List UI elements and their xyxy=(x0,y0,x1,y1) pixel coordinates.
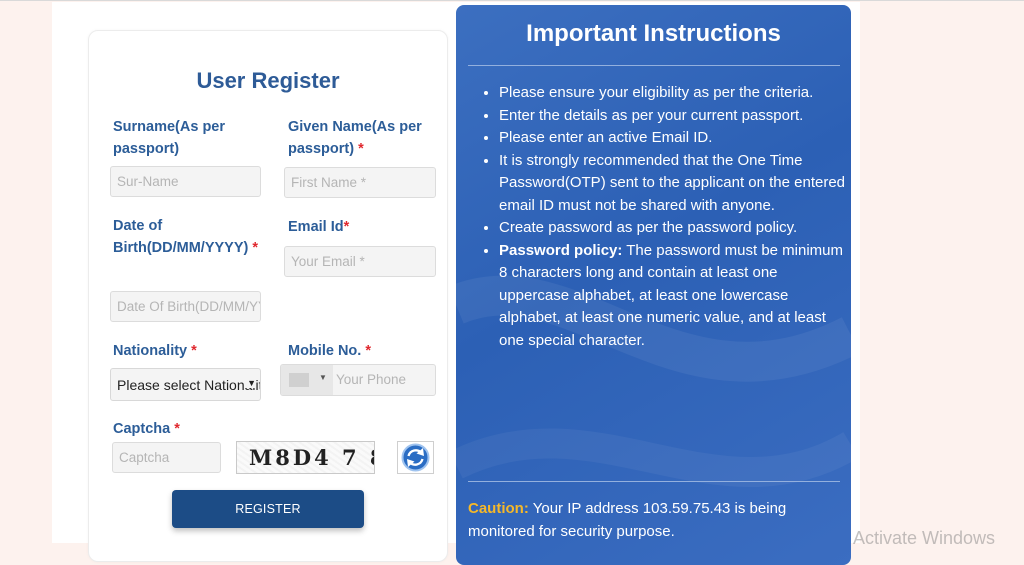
dob-label: Date of Birth(DD/MM/YYYY) * xyxy=(113,218,259,256)
caution-divider xyxy=(468,481,840,482)
captcha-label: Captcha * xyxy=(113,421,180,437)
nationality-select[interactable]: Please select Nationality ▼ xyxy=(110,368,261,401)
caution-note: Caution: Your IP address 103.59.75.43 is… xyxy=(468,498,840,543)
mobile-field: ▼ Your Phone xyxy=(280,364,436,396)
mobile-input[interactable]: Your Phone xyxy=(336,372,406,387)
captcha-refresh-button[interactable] xyxy=(397,441,434,474)
top-divider xyxy=(0,0,1024,1)
activate-windows-watermark: Activate Windows xyxy=(853,528,996,548)
given-name-label: Given Name(As per passport) * xyxy=(288,119,422,157)
surname-label: Surname(As per passport) xyxy=(113,119,226,157)
instruction-item: It is strongly recommended that the One … xyxy=(499,150,851,218)
email-input[interactable]: Your Email * xyxy=(284,246,436,277)
email-label: Email Id* xyxy=(288,219,350,235)
country-code-dropdown[interactable]: ▼ xyxy=(281,365,333,395)
instructions-list: Please ensure your eligibility as per th… xyxy=(472,82,851,352)
instruction-item: Create password as per the password poli… xyxy=(499,217,851,240)
captcha-image: M8D4 7 8 xyxy=(236,441,375,474)
policy-label: Password policy: xyxy=(499,241,623,259)
given-name-input[interactable]: First Name * xyxy=(284,167,436,198)
title-divider xyxy=(468,65,840,66)
surname-input[interactable]: Sur-Name xyxy=(110,166,261,197)
register-button[interactable]: REGISTER xyxy=(172,490,364,528)
refresh-icon xyxy=(401,443,430,472)
password-policy-item: Password policy: The password must be mi… xyxy=(499,240,851,353)
flag-icon xyxy=(289,373,309,387)
instructions-title: Important Instructions xyxy=(526,20,781,47)
mobile-label: Mobile No. * xyxy=(288,343,371,359)
instruction-item: Please enter an active Email ID. xyxy=(499,127,851,150)
captcha-input[interactable]: Captcha xyxy=(112,442,221,473)
instruction-item: Enter the details as per your current pa… xyxy=(499,105,851,128)
chevron-down-icon: ▼ xyxy=(319,373,327,382)
captcha-text: M8D4 7 8 xyxy=(249,445,375,470)
form-title: User Register xyxy=(196,68,340,93)
dob-input[interactable]: Date Of Birth(DD/MM/YYYY) xyxy=(110,291,261,322)
caution-label: Caution: xyxy=(468,500,529,517)
nationality-label: Nationality * xyxy=(113,343,197,359)
nationality-selected-value: Please select Nationality xyxy=(117,377,261,393)
chevron-down-icon: ▼ xyxy=(245,378,256,388)
instruction-item: Please ensure your eligibility as per th… xyxy=(499,82,851,105)
